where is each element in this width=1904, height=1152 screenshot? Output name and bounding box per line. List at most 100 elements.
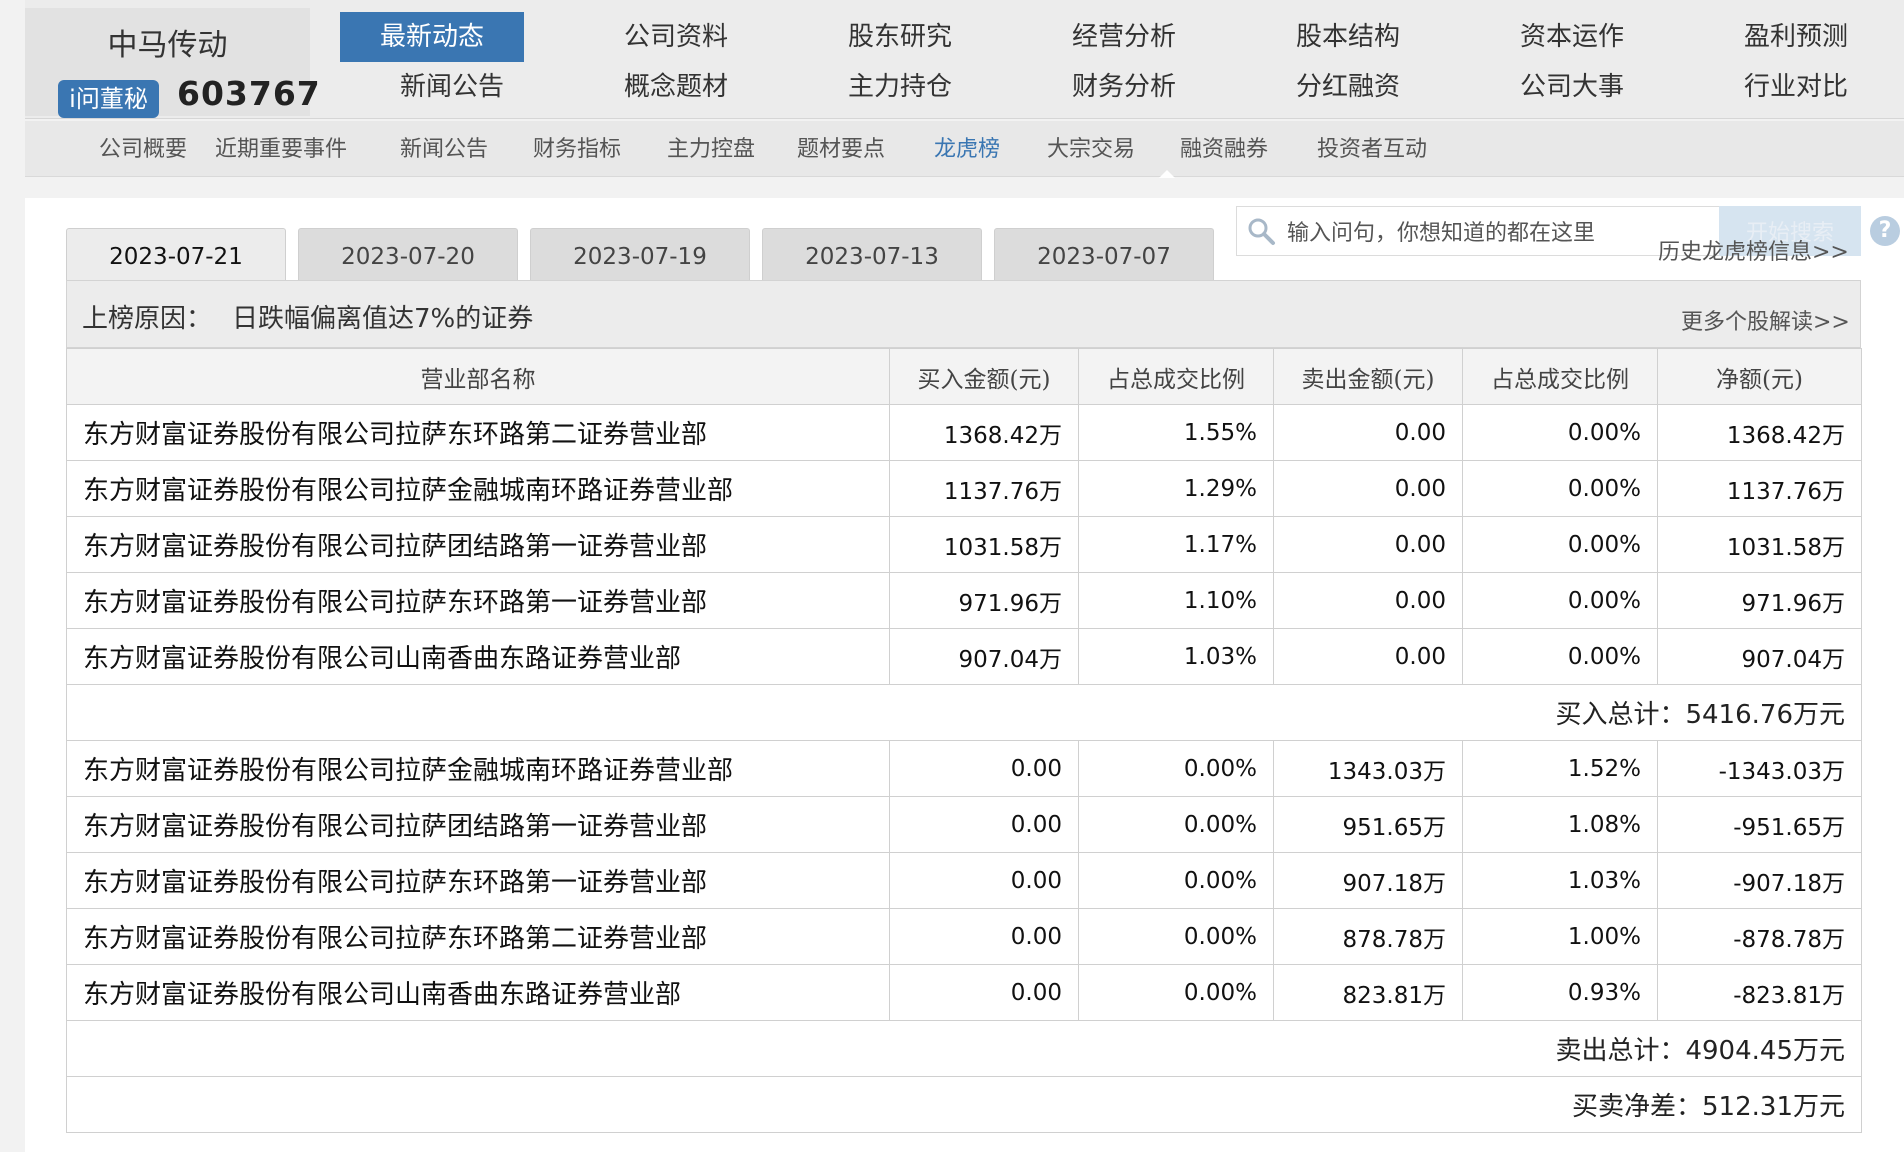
table-header-row: 营业部名称 买入金额(元) 占总成交比例 卖出金额(元) 占总成交比例 净额(元) (66, 348, 1862, 405)
value-cell: 1031.58万 (889, 516, 1079, 573)
sub-nav: 公司概要 近期重要事件 新闻公告 财务指标 主力控盘 题材要点 龙虎榜 大宗交易 融资融券 投资者… (25, 121, 1904, 177)
value-cell: 0.00% (1462, 460, 1658, 517)
value-cell: 823.81万 (1273, 964, 1463, 1021)
nav-item[interactable]: 资本运作 (1460, 12, 1684, 62)
net-difference-row: 买卖净差：512.31万元 (66, 1076, 1862, 1133)
value-cell: 1137.76万 (889, 460, 1079, 517)
value-cell: -951.65万 (1657, 796, 1862, 853)
subnav-item[interactable]: 新闻公告 (400, 121, 488, 176)
subnav-item[interactable]: 近期重要事件 (215, 121, 347, 176)
subnav-item[interactable]: 大宗交易 (1047, 121, 1135, 176)
sell-total-row: 卖出总计：4904.45万元 (66, 1020, 1862, 1077)
nav-item[interactable]: 盈利预测 (1684, 12, 1904, 62)
column-header: 净额(元) (1657, 348, 1862, 405)
nav-item[interactable]: 财务分析 (1012, 62, 1236, 112)
nav-item[interactable]: 经营分析 (1012, 12, 1236, 62)
nav-item[interactable]: 新闻公告 (340, 62, 564, 112)
branch-name-cell[interactable]: 东方财富证券股份有限公司山南香曲东路证券营业部 (66, 964, 890, 1021)
help-icon[interactable]: ? (1870, 216, 1900, 246)
value-cell: 1.10% (1078, 572, 1274, 629)
value-cell: 0.00% (1462, 628, 1658, 685)
value-cell: 0.93% (1462, 964, 1658, 1021)
subnav-item[interactable]: 投资者互动 (1317, 121, 1427, 176)
value-cell: 0.00% (1462, 404, 1658, 461)
main-nav: 最新动态 公司资料 股东研究 经营分析 股本结构 资本运作 盈利预测新闻公告 概念题材 主力持仓… (340, 12, 1904, 112)
subnav-item[interactable]: 公司概要 (99, 121, 187, 176)
buy-total-row: 买入总计：5416.76万元 (66, 684, 1862, 741)
value-cell: 0.00 (1273, 404, 1463, 461)
nav-item[interactable]: 概念题材 (564, 62, 788, 112)
subnav-item[interactable]: 融资融券 (1180, 121, 1268, 176)
value-cell: 1137.76万 (1657, 460, 1862, 517)
value-cell: 0.00% (1078, 852, 1274, 909)
nav-item[interactable]: 公司资料 (564, 12, 788, 62)
subnav-item[interactable]: 题材要点 (797, 121, 885, 176)
stock-brand: 中马传动 i问董秘 603767 (25, 8, 320, 118)
tab-date[interactable]: 2023-07-13 (762, 228, 982, 281)
branch-name-cell[interactable]: 东方财富证券股份有限公司拉萨金融城南环路证券营业部 (66, 740, 890, 797)
more-analysis-link[interactable]: 更多个股解读>> (1681, 304, 1850, 336)
branch-name-cell[interactable]: 东方财富证券股份有限公司拉萨东环路第一证券营业部 (66, 852, 890, 909)
value-cell: 1.00% (1462, 908, 1658, 965)
tab-date[interactable]: 2023-07-20 (298, 228, 518, 281)
table-row: 东方财富证券股份有限公司山南香曲东路证券营业部 0.00 0.00% 823.81万 0… (66, 964, 1862, 1021)
net-difference: 买卖净差：512.31万元 (66, 1076, 1862, 1133)
value-cell: 0.00% (1078, 796, 1274, 853)
branch-name-cell[interactable]: 东方财富证券股份有限公司拉萨团结路第一证券营业部 (66, 516, 890, 573)
tab-date[interactable]: 2023-07-07 (994, 228, 1214, 281)
table-row: 东方财富证券股份有限公司拉萨东环路第二证券营业部 1368.42万 1.55% 0.0… (66, 404, 1862, 461)
search-input[interactable] (1285, 212, 1709, 254)
nav-item[interactable]: 最新动态 (340, 12, 524, 62)
value-cell: 971.96万 (1657, 572, 1862, 629)
value-cell: -1343.03万 (1657, 740, 1862, 797)
sell-total: 卖出总计：4904.45万元 (66, 1020, 1862, 1077)
value-cell: -823.81万 (1657, 964, 1862, 1021)
nav-item[interactable]: 分红融资 (1236, 62, 1460, 112)
value-cell: 0.00% (1462, 572, 1658, 629)
table-row: 东方财富证券股份有限公司拉萨团结路第一证券营业部 0.00 0.00% 951.65万… (66, 796, 1862, 853)
branch-name-cell[interactable]: 东方财富证券股份有限公司山南香曲东路证券营业部 (66, 628, 890, 685)
column-header: 占总成交比例 (1462, 348, 1658, 405)
value-cell: 1.55% (1078, 404, 1274, 461)
lhb-table: 营业部名称 买入金额(元) 占总成交比例 卖出金额(元) 占总成交比例 净额(元) 东方财… (66, 348, 1862, 1133)
branch-name-cell[interactable]: 东方财富证券股份有限公司拉萨东环路第一证券营业部 (66, 572, 890, 629)
top-header: 中马传动 i问董秘 603767 最新动态 公司资料 股东研究 经营分析 股本结构 资本运… (25, 0, 1904, 119)
value-cell: 971.96万 (889, 572, 1079, 629)
value-cell: -907.18万 (1657, 852, 1862, 909)
branch-name-cell[interactable]: 东方财富证券股份有限公司拉萨金融城南环路证券营业部 (66, 460, 890, 517)
column-header: 占总成交比例 (1078, 348, 1274, 405)
tab-date[interactable]: 2023-07-19 (530, 228, 750, 281)
value-cell: 1.29% (1078, 460, 1274, 517)
value-cell: 907.04万 (1657, 628, 1862, 685)
table-row: 东方财富证券股份有限公司拉萨金融城南环路证券营业部 0.00 0.00% 1343.0… (66, 740, 1862, 797)
nav-item[interactable]: 股本结构 (1236, 12, 1460, 62)
reason-text: 日跌幅偏离值达7%的证券 (232, 304, 534, 334)
value-cell: 0.00 (889, 852, 1079, 909)
nav-item[interactable]: 主力持仓 (788, 62, 1012, 112)
subnav-item[interactable]: 财务指标 (533, 121, 621, 176)
branch-name-cell[interactable]: 东方财富证券股份有限公司拉萨东环路第二证券营业部 (66, 404, 890, 461)
reason-label: 上榜原因： (82, 304, 213, 334)
nav-item[interactable]: 公司大事 (1460, 62, 1684, 112)
value-cell: 907.04万 (889, 628, 1079, 685)
tab-date[interactable]: 2023-07-21 (66, 228, 286, 281)
subnav-item[interactable]: 龙虎榜 (934, 121, 1000, 176)
table-row: 东方财富证券股份有限公司拉萨东环路第一证券营业部 0.00 0.00% 907.18万… (66, 852, 1862, 909)
value-cell: 0.00 (889, 740, 1079, 797)
value-cell: 1368.42万 (889, 404, 1079, 461)
history-lhb-link[interactable]: 历史龙虎榜信息>> (1658, 234, 1849, 266)
value-cell: 0.00 (889, 796, 1079, 853)
table-row: 东方财富证券股份有限公司拉萨团结路第一证券营业部 1031.58万 1.17% 0.0… (66, 516, 1862, 573)
page: 中马传动 i问董秘 603767 最新动态 公司资料 股东研究 经营分析 股本结构 资本运… (0, 0, 1904, 1152)
value-cell: 0.00 (889, 964, 1079, 1021)
ask-secretary-button[interactable]: i问董秘 (58, 80, 159, 118)
value-cell: 0.00% (1462, 516, 1658, 573)
branch-name-cell[interactable]: 东方财富证券股份有限公司拉萨团结路第一证券营业部 (66, 796, 890, 853)
nav-item[interactable]: 股东研究 (788, 12, 1012, 62)
active-caret-icon (1159, 170, 1175, 178)
value-cell: -878.78万 (1657, 908, 1862, 965)
nav-item[interactable]: 行业对比 (1684, 62, 1904, 112)
column-header: 营业部名称 (66, 348, 890, 405)
branch-name-cell[interactable]: 东方财富证券股份有限公司拉萨东环路第二证券营业部 (66, 908, 890, 965)
subnav-item[interactable]: 主力控盘 (667, 121, 755, 176)
